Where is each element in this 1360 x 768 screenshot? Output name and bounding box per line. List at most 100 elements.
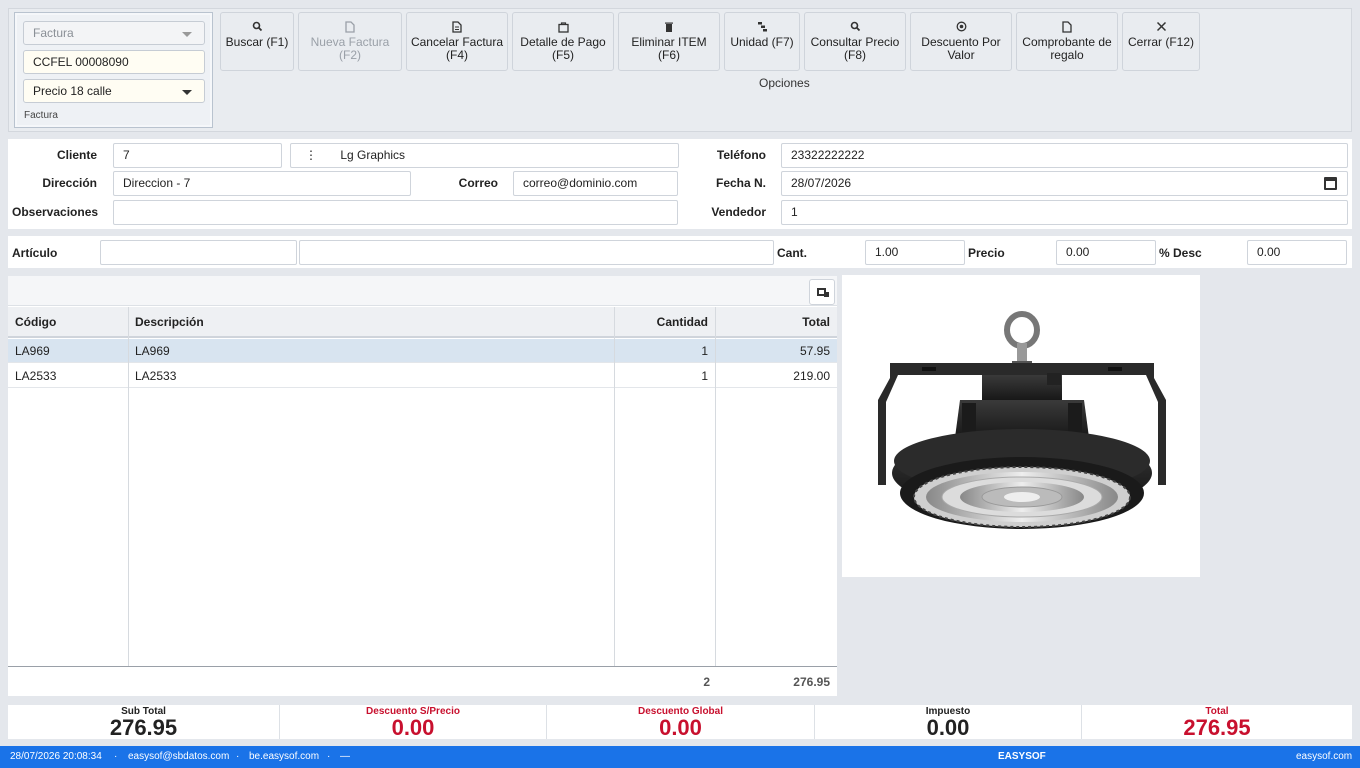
- status-separator: ·: [236, 751, 240, 762]
- price-list-value: Precio 18 calle: [33, 84, 112, 98]
- nueva-factura-button[interactable]: Nueva Factura (F2): [298, 12, 402, 71]
- cancelar-factura-button[interactable]: Cancelar Factura (F4): [406, 12, 508, 71]
- direccion-label: Dirección: [42, 176, 97, 190]
- descuento-valor-button[interactable]: Descuento Por Valor: [910, 12, 1012, 71]
- total-value: 276.95: [1183, 715, 1251, 740]
- correo-label: Correo: [458, 176, 498, 190]
- grid-footer: 2 276.95: [8, 666, 837, 696]
- cancelar-factura-label: Cancelar Factura (F4): [410, 35, 504, 62]
- nueva-factura-label: Nueva Factura (F2): [310, 35, 390, 62]
- cant-label: Cant.: [777, 246, 807, 260]
- footer-total-sum: 276.95: [793, 675, 830, 689]
- descuento-precio-box: Descuento S/Precio 0.00: [280, 705, 547, 739]
- table-row[interactable]: LA2533 LA2533 1 219.00: [8, 364, 837, 388]
- cell-codigo: LA969: [15, 344, 50, 358]
- fecha-label: Fecha N.: [715, 176, 766, 190]
- cliente-name-input[interactable]: ⋮ Lg Graphics: [290, 143, 679, 168]
- descuento-precio-value: 0.00: [391, 715, 435, 740]
- bag-icon: [513, 21, 613, 36]
- table-row[interactable]: LA969 LA969 1 57.95: [8, 339, 837, 363]
- product-image: [842, 275, 1200, 577]
- fecha-value: 28/07/2026: [791, 176, 852, 190]
- consultar-precio-label: Consultar Precio (F8): [810, 35, 900, 62]
- direccion-input[interactable]: Direccion - 7: [113, 171, 411, 196]
- cerrar-label: Cerrar (F12): [1127, 35, 1194, 49]
- cell-codigo: LA2533: [15, 369, 57, 383]
- header-cantidad[interactable]: Cantidad: [615, 307, 715, 338]
- export-button[interactable]: [809, 279, 835, 305]
- consultar-precio-button[interactable]: Consultar Precio (F8): [804, 12, 906, 71]
- price-list-select[interactable]: Precio 18 calle: [23, 79, 205, 103]
- cell-cantidad: 1: [701, 369, 708, 383]
- factura-group: Factura CCFEL 00008090 Precio 18 calle F…: [14, 12, 213, 128]
- precio-input[interactable]: 0.00: [1056, 240, 1156, 265]
- unidad-button[interactable]: Unidad (F7): [724, 12, 800, 71]
- cant-input[interactable]: 1.00: [865, 240, 965, 265]
- document-icon: [299, 21, 401, 36]
- unidad-label: Unidad (F7): [730, 35, 794, 49]
- detalle-pago-button[interactable]: Detalle de Pago (F5): [512, 12, 614, 71]
- grid-toolbar: [8, 276, 837, 306]
- cliente-name-value: Lg Graphics: [340, 148, 406, 162]
- precio-label: Precio: [968, 246, 1005, 260]
- document-cancel-icon: [407, 21, 507, 36]
- fecha-input[interactable]: 28/07/2026: [781, 171, 1348, 196]
- impuesto-box: Impuesto 0.00: [815, 705, 1082, 739]
- descuento-global-value: 0.00: [659, 715, 702, 740]
- comprobante-regalo-button[interactable]: Comprobante de regalo: [1016, 12, 1118, 71]
- cliente-label: Cliente: [56, 148, 97, 162]
- factura-group-label: Factura: [24, 110, 58, 121]
- observaciones-label: Observaciones: [12, 205, 99, 219]
- serial-input[interactable]: CCFEL 00008090: [23, 50, 205, 74]
- vendedor-input[interactable]: 1: [781, 200, 1348, 225]
- articulo-code-input[interactable]: [100, 240, 297, 265]
- status-dash: —: [340, 751, 350, 762]
- hierarchy-icon: [725, 21, 799, 36]
- eliminar-item-label: Eliminar ITEM (F6): [631, 35, 707, 62]
- totals-bar: Sub Total 276.95 Descuento S/Precio 0.00…: [8, 705, 1352, 739]
- observaciones-input[interactable]: [113, 200, 678, 225]
- trash-icon: [619, 21, 719, 36]
- status-separator: ·: [114, 751, 118, 762]
- cell-descripcion: LA2533: [135, 369, 177, 383]
- footer-cantidad-sum: 2: [703, 675, 710, 689]
- search-icon: [805, 21, 905, 36]
- header-codigo[interactable]: Código: [8, 307, 128, 338]
- column-divider: [715, 307, 716, 666]
- buscar-button[interactable]: Buscar (F1): [220, 12, 294, 71]
- desc-input[interactable]: 0.00: [1247, 240, 1347, 265]
- subtotal-value: 276.95: [109, 715, 178, 740]
- cerrar-button[interactable]: Cerrar (F12): [1122, 12, 1200, 71]
- desc-label: % Desc: [1159, 246, 1202, 260]
- toolbar-ribbon: Factura CCFEL 00008090 Precio 18 calle F…: [8, 8, 1352, 132]
- status-brand: EASYSOF: [998, 751, 1046, 762]
- status-bar: 28/07/2026 20:08:34 · easysof@sbdatos.co…: [0, 746, 1360, 768]
- status-email: easysof@sbdatos.com: [128, 751, 230, 762]
- status-separator: ·: [327, 751, 331, 762]
- calendar-icon[interactable]: [1324, 177, 1337, 190]
- header-descripcion[interactable]: Descripción: [128, 307, 614, 338]
- status-site-link[interactable]: easysof.com: [1296, 746, 1352, 768]
- lookup-icon[interactable]: ⋮: [305, 148, 317, 162]
- cell-descripcion: LA969: [135, 344, 170, 358]
- eliminar-item-button[interactable]: Eliminar ITEM (F6): [618, 12, 720, 71]
- doc-type-select[interactable]: Factura: [23, 21, 205, 45]
- close-icon: [1123, 21, 1199, 36]
- discount-icon: [911, 21, 1011, 36]
- column-divider: [128, 307, 129, 666]
- comprobante-regalo-label: Comprobante de regalo: [1022, 35, 1112, 62]
- correo-input[interactable]: correo@dominio.com: [513, 171, 678, 196]
- cliente-code-input[interactable]: 7: [113, 143, 282, 168]
- telefono-input[interactable]: 23322222222: [781, 143, 1348, 168]
- cell-total: 57.95: [799, 344, 830, 358]
- opciones-group-label: Opciones: [759, 76, 810, 90]
- articulo-description-input[interactable]: [299, 240, 774, 265]
- header-total[interactable]: Total: [715, 307, 837, 338]
- total-box: Total 276.95: [1082, 705, 1352, 739]
- impuesto-value: 0.00: [926, 715, 970, 740]
- client-panel: Cliente 7 ⋮ Lg Graphics Teléfono 2332222…: [8, 139, 1352, 229]
- chevron-down-icon: [182, 90, 192, 95]
- buscar-label: Buscar (F1): [225, 35, 289, 49]
- subtotal-box: Sub Total 276.95: [8, 705, 280, 739]
- search-icon: [221, 21, 293, 36]
